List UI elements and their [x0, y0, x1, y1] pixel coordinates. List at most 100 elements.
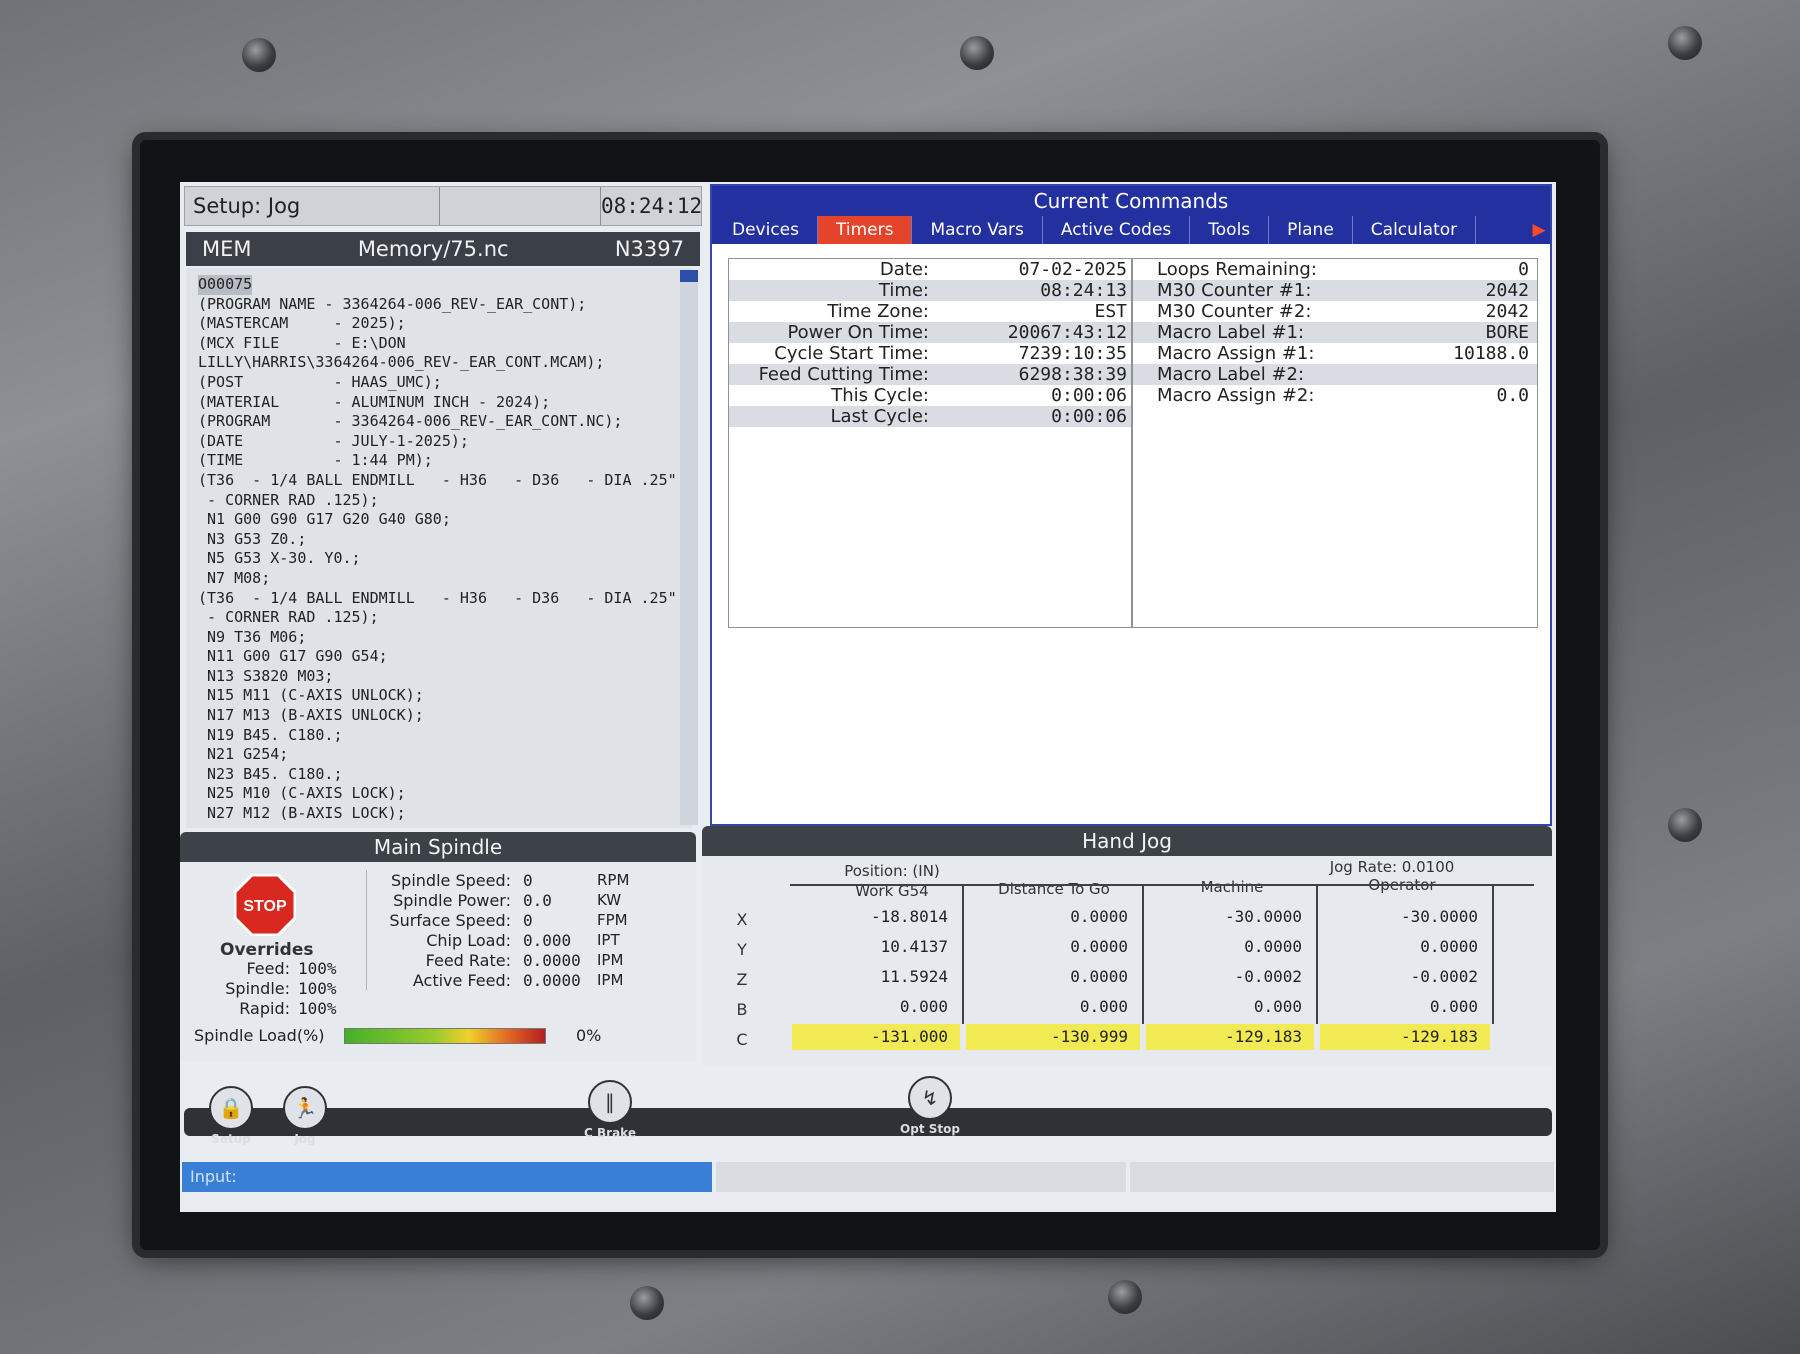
spindle-param-value: 0 — [523, 910, 533, 930]
tab-timers[interactable]: Timers — [818, 216, 913, 244]
setup-button[interactable]: 🔒 Setup — [196, 1086, 266, 1146]
bezel-screw — [960, 36, 994, 70]
code-line[interactable]: - CORNER RAD .125); — [198, 608, 692, 628]
code-line[interactable]: (PROGRAM - 3364264-006_REV-_EAR_CONT.NC)… — [198, 412, 692, 432]
code-line[interactable]: N1 G00 G90 G17 G20 G40 G80; — [198, 510, 692, 530]
macro-label: M30 Counter #2: — [1157, 301, 1312, 322]
code-line[interactable]: (MATERIAL - ALUMINUM INCH - 2024); — [198, 393, 692, 413]
axis-row-z: Z 11.5924 0.0000 -0.0002 -0.0002 — [702, 964, 1552, 992]
axis-work-value: -131.000 — [792, 1024, 960, 1050]
tab-active-codes[interactable]: Active Codes — [1043, 216, 1191, 244]
macros-column: Loops Remaining: 0 M30 Counter #1: 2042 M30 … — [1133, 259, 1537, 627]
code-line[interactable]: (TIME - 1:44 PM); — [198, 451, 692, 471]
tab-calculator[interactable]: Calculator — [1353, 216, 1477, 244]
code-line[interactable]: N21 G254; — [198, 745, 692, 765]
code-line[interactable]: (POST - HAAS_UMC); — [198, 373, 692, 393]
timer-value: 08:24:13 — [1040, 280, 1127, 301]
col-machine: Machine — [1200, 878, 1264, 896]
timer-row: Date: 07-02-2025 — [729, 259, 1131, 280]
program-scroll-thumb[interactable] — [680, 270, 698, 282]
code-line[interactable]: (MASTERCAM - 2025); — [198, 314, 692, 334]
axis-work-value: 0.000 — [899, 997, 948, 1016]
override-label: Feed: — [246, 958, 290, 978]
code-line[interactable]: N23 B45. C180.; — [198, 765, 692, 785]
code-line[interactable]: N7 M08; — [198, 569, 692, 589]
code-line[interactable]: - CORNER RAD .125); — [198, 491, 692, 511]
stop-label: STOP — [243, 898, 287, 915]
spindle-load-pct: 0% — [576, 1026, 602, 1045]
code-line[interactable]: N11 G00 G17 G90 G54; — [198, 647, 692, 667]
program-mode: MEM — [202, 237, 252, 261]
code-line[interactable]: N9 T36 M06; — [198, 628, 692, 648]
axis-dtg-value: 0.000 — [1079, 997, 1128, 1016]
macro-row: M30 Counter #1: 2042 — [1133, 280, 1537, 301]
timer-label: Date: — [879, 259, 929, 280]
stop-sign-icon: STOP — [233, 873, 297, 937]
spindle-param-row: Chip Load: 0.000 IPT — [371, 930, 691, 950]
spindle-param-label: Surface Speed: — [389, 910, 511, 930]
bezel-screw — [630, 1286, 664, 1320]
timer-label: Cycle Start Time: — [774, 343, 929, 364]
macro-label: M30 Counter #1: — [1157, 280, 1312, 301]
code-line[interactable]: N15 M11 (C-AXIS UNLOCK); — [198, 686, 692, 706]
code-line[interactable]: N27 M12 (B-AXIS LOCK); — [198, 804, 692, 824]
spindle-param-unit: IPM — [597, 971, 624, 989]
override-label: Rapid: — [239, 998, 290, 1018]
code-line[interactable]: (T36 - 1/4 BALL ENDMILL - H36 - D36 - DI… — [198, 589, 692, 609]
axis-machine-value: 0.0000 — [1244, 937, 1302, 956]
macro-value: 0 — [1518, 259, 1529, 280]
program-scrollbar[interactable] — [680, 270, 698, 825]
jog-button[interactable]: 🏃 Jog — [270, 1086, 340, 1146]
code-line[interactable]: N25 M10 (C-AXIS LOCK); — [198, 784, 692, 804]
bottom-toolbar — [184, 1108, 1552, 1136]
code-line[interactable]: N5 G53 X-30. Y0.; — [198, 549, 692, 569]
code-line[interactable]: N3 G53 Z0.; — [198, 530, 692, 550]
code-line[interactable]: (DATE - JULY-1-2025); — [198, 432, 692, 452]
spindle-param-value: 0.0000 — [523, 950, 581, 970]
c-brake-button[interactable]: ∥ C Brake — [570, 1080, 650, 1140]
timer-value: 0:00:06 — [1051, 406, 1127, 427]
override-row: Spindle: 100% — [200, 978, 350, 998]
program-listing[interactable]: O00075 (PROGRAM NAME - 3364264-006_REV-_E… — [186, 268, 692, 828]
code-line[interactable]: LILLY\HARRIS\3364264-006_REV-_EAR_CONT.M… — [198, 353, 692, 373]
spindle-param-unit: IPM — [597, 951, 624, 969]
timer-value: 0:00:06 — [1051, 385, 1127, 406]
axis-work-value: -18.8014 — [870, 907, 948, 926]
macro-row: Macro Assign #2: 0.0 — [1133, 385, 1537, 406]
code-line[interactable]: N17 M13 (B-AXIS UNLOCK); — [198, 706, 692, 726]
input-field[interactable]: Input: — [182, 1162, 712, 1192]
tab-devices[interactable]: Devices — [714, 216, 818, 244]
col-position: Position: (IN) — [844, 862, 940, 880]
spindle-param-label: Spindle Speed: — [391, 870, 511, 890]
code-line[interactable]: O00075 — [198, 275, 253, 295]
tab-macro-vars[interactable]: Macro Vars — [912, 216, 1043, 244]
macro-row: Macro Label #1: BORE — [1133, 322, 1537, 343]
override-row: Rapid: 100% — [200, 998, 350, 1018]
code-line[interactable]: (T36 - 1/4 BALL ENDMILL - H36 - D36 - DI… — [198, 471, 692, 491]
override-value: 100% — [298, 958, 337, 978]
code-line[interactable]: N19 B45. C180.; — [198, 726, 692, 746]
timer-label: Last Cycle: — [830, 406, 929, 427]
spindle-param-unit: KW — [597, 891, 622, 909]
spindle-param-label: Chip Load: — [426, 930, 511, 950]
stop-button[interactable]: STOP Overrides — [220, 873, 313, 960]
tab-tools[interactable]: Tools — [1190, 216, 1270, 244]
tab-plane[interactable]: Plane — [1269, 216, 1353, 244]
code-line[interactable]: (MCX FILE - E:\DON — [198, 334, 692, 354]
code-line[interactable]: (PROGRAM NAME - 3364264-006_REV-_EAR_CON… — [198, 295, 692, 315]
macro-row: Macro Assign #1: 10188.0 — [1133, 343, 1537, 364]
program-file: Memory/75.nc — [357, 237, 509, 261]
timer-label: Time Zone: — [827, 301, 929, 322]
override-value: 100% — [298, 978, 337, 998]
spindle-load-label: Spindle Load(%) — [194, 1026, 325, 1045]
code-line[interactable]: N13 S3820 M03; — [198, 667, 692, 687]
opt-stop-button[interactable]: ↯ Opt Stop — [890, 1076, 970, 1136]
timer-row: Last Cycle: 0:00:06 — [729, 406, 1131, 427]
right-arrow-icon[interactable]: ▶ — [1528, 216, 1550, 244]
axis-label: Z — [736, 970, 748, 989]
override-value: 100% — [298, 998, 337, 1018]
timers-column: Date: 07-02-2025 Time: 08:24:13 Time Zone: ES… — [729, 259, 1133, 627]
axis-operator-value: 0.0000 — [1420, 937, 1478, 956]
spindle-param-row: Feed Rate: 0.0000 IPM — [371, 950, 691, 970]
axis-label: X — [736, 910, 748, 929]
